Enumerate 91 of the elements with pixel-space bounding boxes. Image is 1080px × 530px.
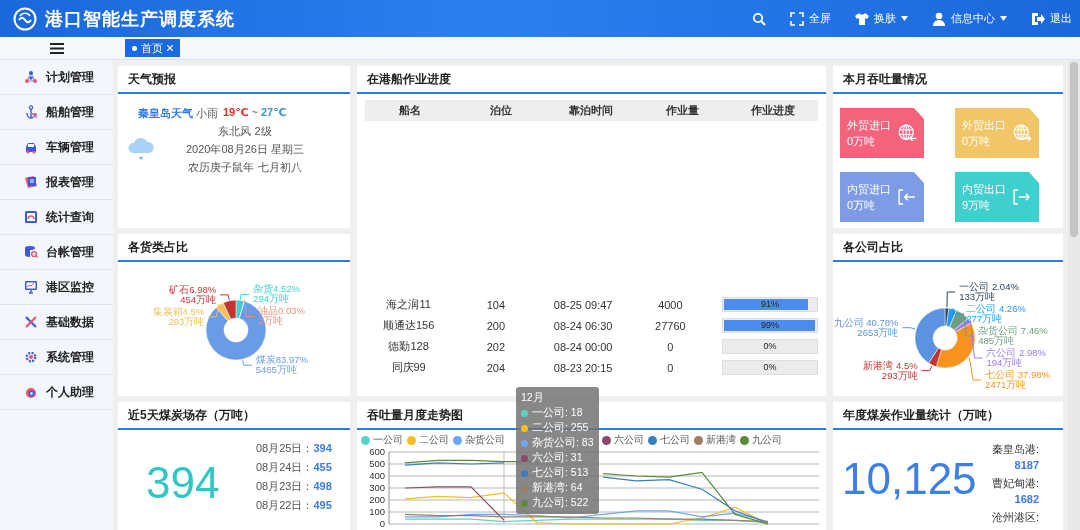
date-label: 08月24日：	[256, 461, 314, 473]
tooltip-value: 七公司: 513	[532, 466, 589, 480]
chart-label: 杂货4.52% 294万吨	[253, 283, 301, 305]
table-cell-text: 202	[485, 340, 507, 353]
card-value: 0万吨	[847, 134, 877, 149]
table-cell-text: 08-24 00:00	[552, 340, 614, 353]
wind-text: 东北风 2级	[218, 124, 272, 139]
tooltip-value: 六公司: 31	[532, 451, 583, 465]
temperature-separator: ~	[251, 106, 258, 120]
column-header: 作业进度	[749, 103, 796, 118]
card-label: 外贸出口	[962, 118, 1006, 133]
chart-label: 七公司 37.98% 2471万吨	[985, 369, 1050, 390]
panel-title: 本月吞吐量情况	[833, 66, 1063, 94]
chart-label: 矿石6.98% 454万吨	[169, 283, 217, 305]
table-cell-text: 08-24 06:30	[552, 319, 614, 332]
chart-label: 煤炭83.97% 5465万吨	[255, 354, 308, 376]
port-label: 曹妃甸港:	[992, 476, 1040, 491]
app-title: 港口智能生产调度系统	[45, 7, 235, 31]
chart-label: 一公司 2.04% 133万吨	[959, 281, 1019, 302]
tooltip-value: 杂货公司: 83	[532, 436, 594, 450]
axis-tick-label: 400	[369, 470, 385, 481]
tooltip-value: 一公司: 18	[532, 406, 583, 420]
table-cell-text: 104	[485, 298, 507, 311]
chart-label: 新港湾 4.5% 293万吨	[863, 359, 918, 381]
stock-amount: 455	[313, 461, 332, 473]
column-header: 作业量	[664, 103, 700, 118]
port-value: 8187	[1014, 459, 1040, 471]
card-label: 内贸出口	[962, 182, 1006, 197]
column-header: 泊位	[488, 103, 513, 118]
table-cell-text: 200	[485, 319, 507, 332]
panel-title: 年度煤炭作业量统计（万吨）	[833, 402, 1063, 430]
table-cell-text: 同庆99	[390, 360, 427, 375]
tooltip-title: 12月	[521, 391, 545, 405]
chart-label: 六公司 2.98% 194万吨	[986, 347, 1047, 368]
temperature-high: 27℃	[261, 106, 287, 120]
port-label: 沧州港区:	[992, 510, 1040, 525]
weather-city: 秦皇岛天气	[138, 106, 193, 121]
panel-title: 各货类占比	[118, 234, 350, 262]
card-value: 0万吨	[962, 134, 992, 149]
stock-amount: 495	[313, 499, 332, 511]
chart-label: 杂货公司 7.46% 485万吨	[978, 325, 1048, 346]
table-cell-text: 08-25 09:47	[552, 298, 614, 311]
card-label: 内贸进口	[847, 182, 891, 197]
axis-tick-label: 200	[369, 494, 385, 505]
tooltip-value: 九公司: 522	[532, 496, 589, 510]
port-label: 秦皇岛港:	[992, 442, 1040, 457]
chart-label: 集装箱4.5% 293万吨	[152, 305, 205, 327]
lunar-date-text: 农历庚子鼠年 七月初八	[188, 160, 302, 175]
chart-label: 二公司 4.26% 277万吨	[966, 303, 1026, 324]
table-cell-text: 27760	[654, 319, 687, 332]
chart-label: 油品0.03% 2万吨	[258, 305, 306, 327]
table-cell-text: 204	[485, 361, 507, 374]
axis-tick-label: 600	[369, 447, 385, 457]
axis-tick-label: 500	[369, 458, 385, 469]
panel-title: 天气预报	[118, 66, 350, 94]
stock-amount: 394	[313, 442, 332, 454]
panel-title: 各公司占比	[833, 234, 1063, 262]
column-header: 船名	[398, 103, 423, 118]
table-cell-text: 0	[666, 361, 675, 374]
progress-label: 99%	[760, 319, 780, 332]
table-cell-text: 4000	[657, 298, 684, 311]
date-label: 08月22日：	[256, 499, 314, 511]
port-value: 1682	[1014, 493, 1040, 505]
table-cell-text: 08-23 20:15	[552, 361, 614, 374]
progress-label: 0%	[762, 340, 778, 353]
column-header: 靠泊时间	[568, 103, 615, 118]
stock-value: 394	[146, 458, 221, 508]
date-text: 2020年08月26日 星期三	[186, 142, 304, 157]
chart-label: 九公司 40.78% 2653万吨	[833, 316, 899, 338]
temperature-low: 19℃	[223, 106, 249, 120]
stock-amount: 498	[313, 480, 332, 492]
card-value: 9万吨	[962, 198, 992, 213]
tooltip-value: 新港湾: 64	[532, 481, 583, 495]
progress-label: 0%	[762, 361, 778, 374]
card-value: 0万吨	[847, 198, 877, 213]
tooltip-value: 二公司: 255	[532, 421, 589, 435]
table-cell-text: 海之润11	[385, 297, 432, 312]
table-cell-text: 0	[666, 340, 675, 353]
axis-tick-label: 0	[379, 518, 385, 527]
progress-label: 91%	[760, 298, 780, 311]
panel-title: 在港船作业进度	[357, 66, 826, 94]
table-cell-text: 顺通达156	[381, 318, 436, 333]
date-label: 08月23日：	[256, 480, 314, 492]
card-label: 外贸进口	[847, 118, 891, 133]
axis-tick-label: 300	[369, 482, 385, 493]
annual-total: 10,125	[842, 454, 978, 504]
date-label: 08月25日：	[256, 442, 314, 454]
axis-tick-label: 100	[369, 506, 385, 517]
weather-condition: 小雨	[196, 106, 218, 121]
table-cell-text: 德勤128	[387, 339, 430, 354]
panel-title: 近5天煤炭场存（万吨）	[118, 402, 350, 430]
